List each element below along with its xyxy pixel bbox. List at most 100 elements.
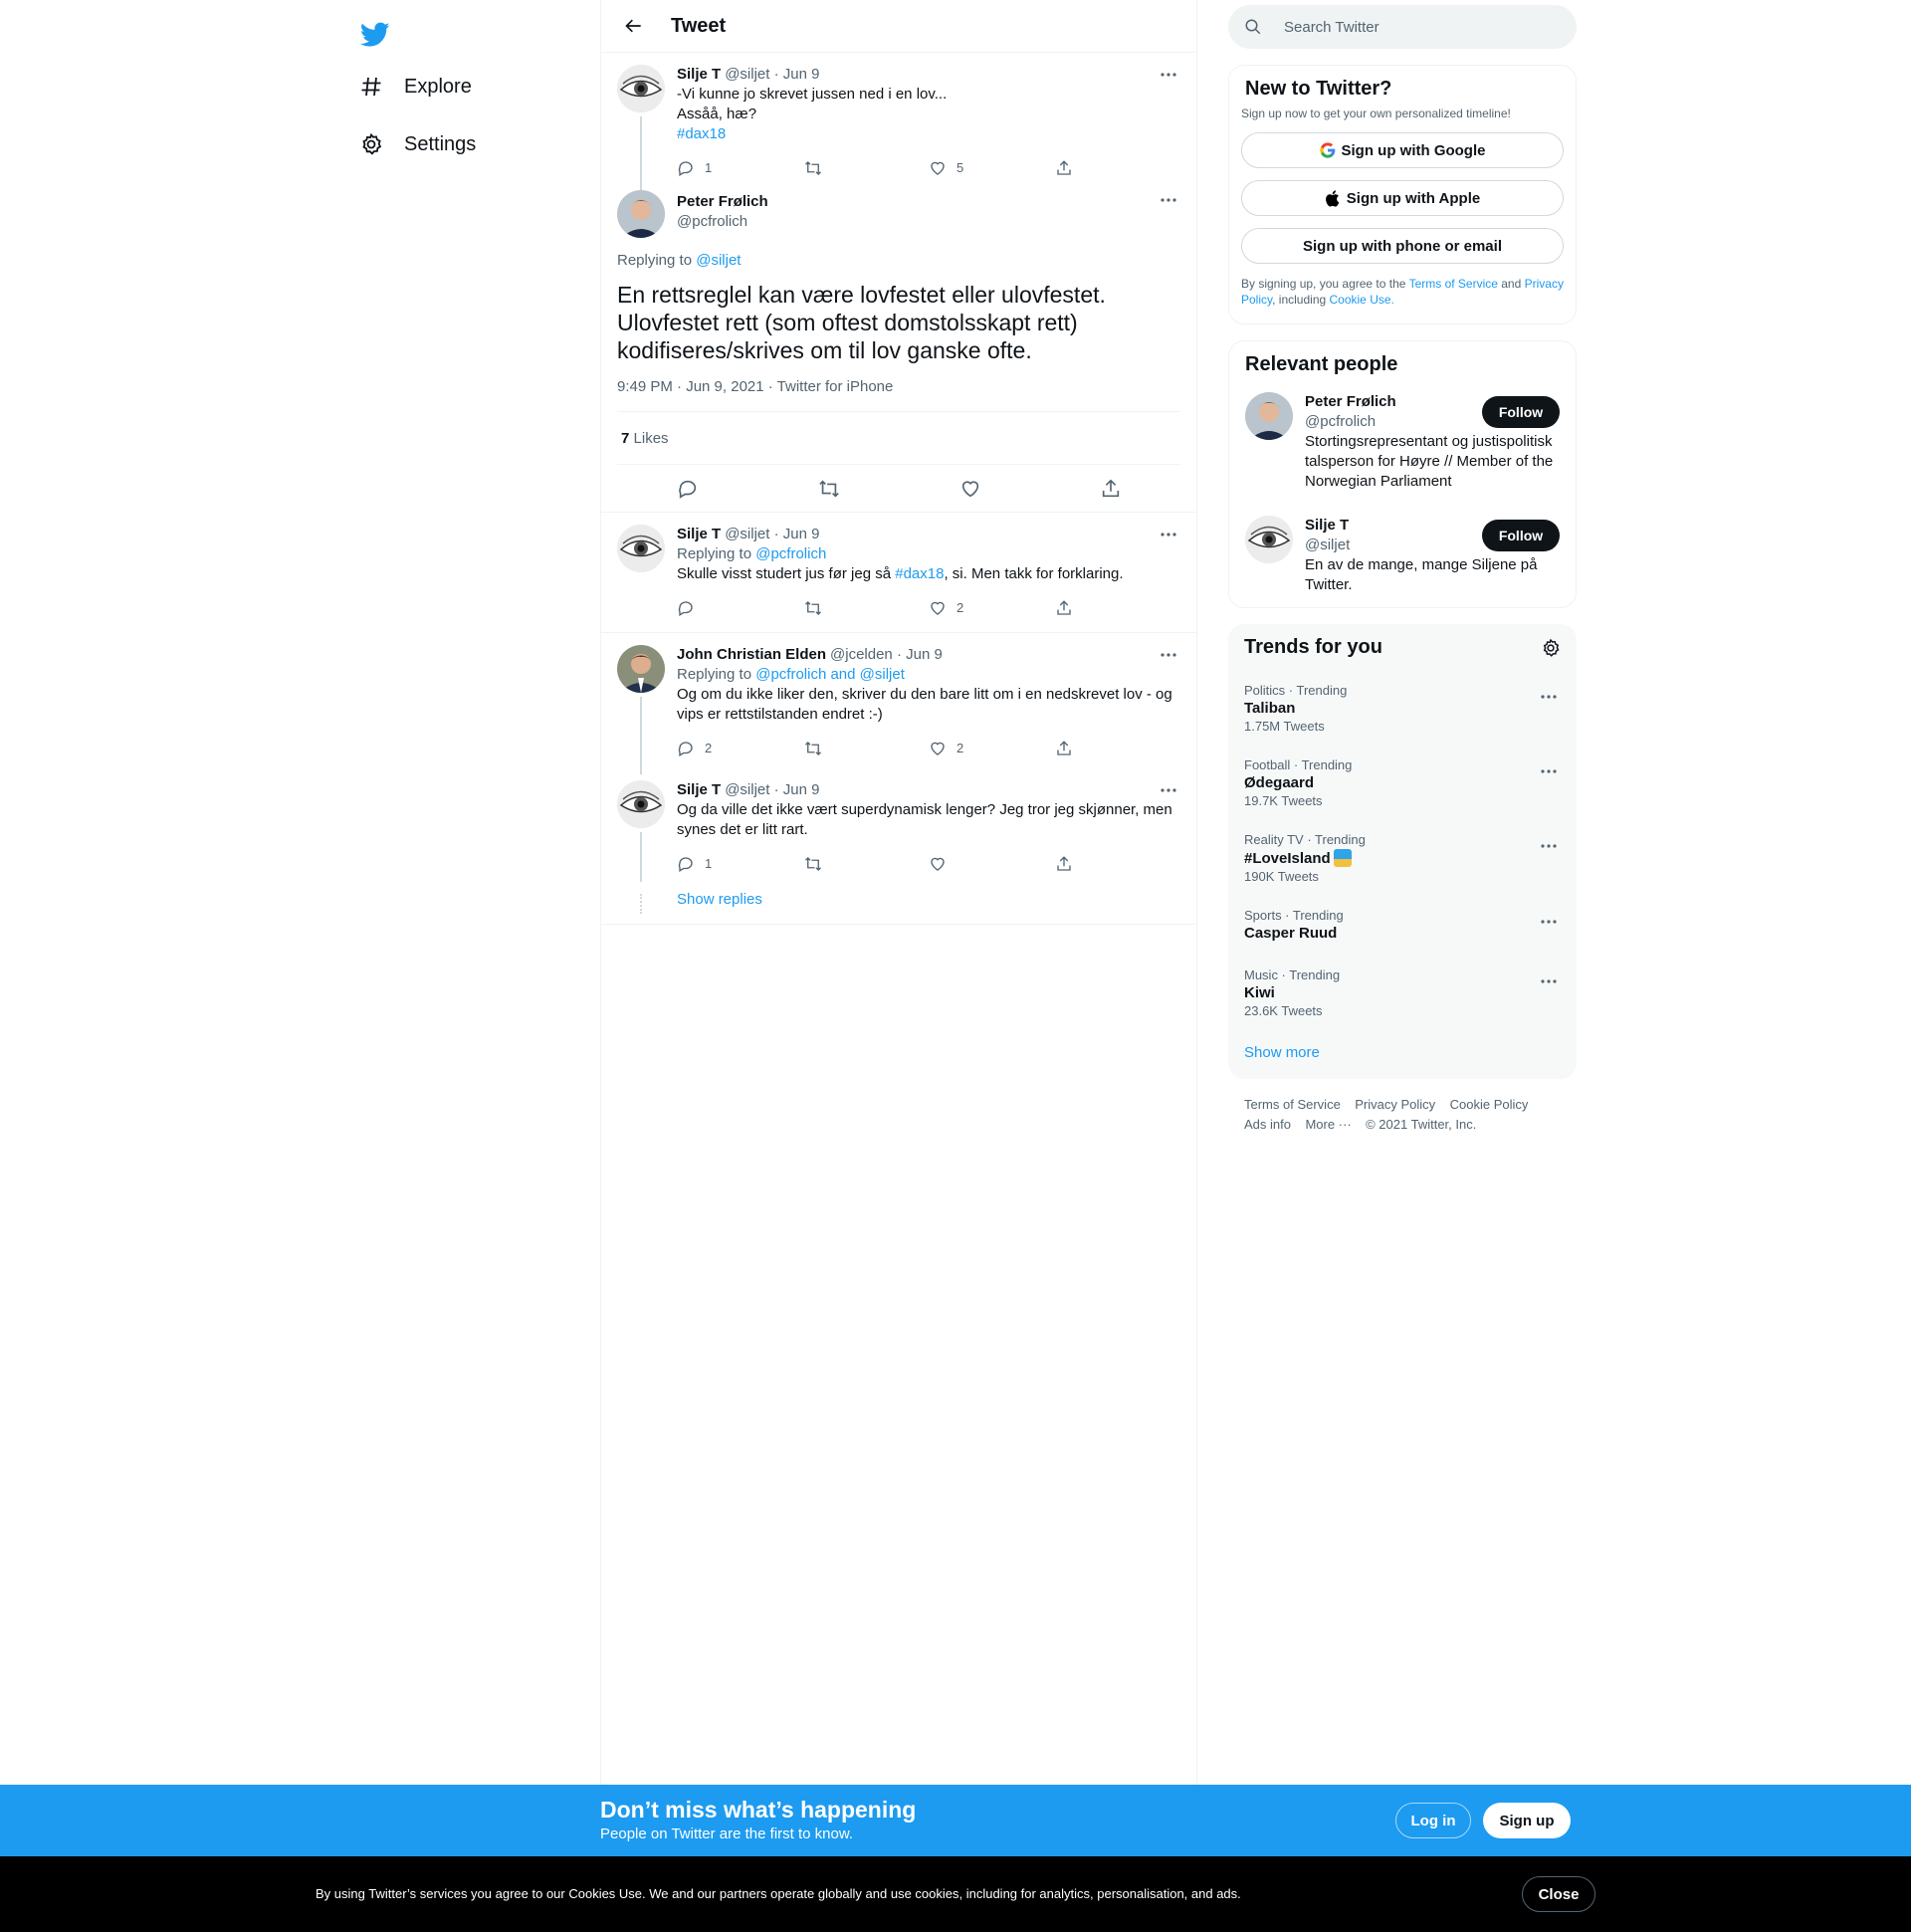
- signup-button[interactable]: Sign up: [1483, 1803, 1571, 1838]
- signup-phone-button[interactable]: Sign up with phone or email: [1241, 228, 1564, 264]
- login-button[interactable]: Log in: [1395, 1803, 1471, 1838]
- more-icon[interactable]: [1157, 190, 1180, 210]
- signup-apple-button[interactable]: Sign up with Apple: [1241, 180, 1564, 216]
- footer-cookie[interactable]: Cookie Policy: [1450, 1097, 1529, 1112]
- heart-icon[interactable]: [959, 478, 981, 500]
- signup-google-button[interactable]: Sign up with Google: [1241, 132, 1564, 168]
- author-name[interactable]: Silje T: [677, 780, 721, 800]
- trend-category: Football · Trending: [1244, 757, 1353, 772]
- tweet-date[interactable]: Jun 9: [783, 65, 820, 85]
- author-handle[interactable]: @siljet: [725, 525, 769, 544]
- footer-privacy[interactable]: Privacy Policy: [1355, 1097, 1435, 1112]
- trend-item[interactable]: Politics · Trending Taliban 1.75M Tweets: [1228, 671, 1577, 746]
- reply-button[interactable]: 1: [677, 158, 803, 178]
- like-count: 2: [956, 600, 964, 615]
- like-count: 2: [956, 741, 964, 755]
- more-icon[interactable]: [1157, 525, 1180, 544]
- like-button[interactable]: 2: [929, 739, 1055, 758]
- show-replies-link[interactable]: Show replies: [677, 880, 1180, 920]
- hashtag-link[interactable]: #dax18: [895, 565, 944, 582]
- avatar-peter[interactable]: [617, 190, 665, 238]
- retweet-button[interactable]: [803, 159, 930, 177]
- tweet-date[interactable]: Jun 9: [906, 645, 943, 665]
- avatar-silje[interactable]: [617, 525, 665, 572]
- author-name[interactable]: Silje T: [677, 525, 721, 544]
- more-icon[interactable]: [1157, 780, 1180, 800]
- avatar-silje[interactable]: [1245, 516, 1293, 563]
- person-peter[interactable]: Follow Peter Frølich @pcfrolich Storting…: [1229, 388, 1576, 504]
- author-handle[interactable]: @jcelden: [830, 645, 893, 665]
- tos-link[interactable]: Terms of Service: [1409, 277, 1498, 291]
- mention-link[interactable]: @pcfrolich and @siljet: [755, 666, 905, 683]
- footer-tos[interactable]: Terms of Service: [1244, 1097, 1341, 1112]
- reply-elden[interactable]: John Christian Elden @jcelden · Jun 9 Rep…: [601, 633, 1196, 774]
- author-name[interactable]: Silje T: [677, 65, 721, 85]
- more-icon[interactable]: [1537, 836, 1561, 856]
- retweet-button[interactable]: [803, 740, 930, 757]
- share-button[interactable]: [1055, 599, 1181, 617]
- avatar-silje[interactable]: [617, 780, 665, 828]
- person-silje[interactable]: Follow Silje T @siljet En av de mange, m…: [1229, 504, 1576, 607]
- reply-icon[interactable]: [677, 478, 699, 500]
- cookie-use-link[interactable]: Cookie Use.: [1330, 293, 1394, 307]
- like-button[interactable]: [929, 855, 1055, 873]
- share-icon[interactable]: [1100, 478, 1122, 500]
- footer-more[interactable]: More ···: [1305, 1117, 1351, 1132]
- more-icon[interactable]: [1537, 971, 1561, 991]
- author-handle[interactable]: @pcfrolich: [677, 212, 1180, 232]
- retweet-button[interactable]: [803, 855, 930, 873]
- reply-button[interactable]: 2: [677, 739, 803, 758]
- retweet-icon[interactable]: [817, 478, 841, 500]
- reply-button[interactable]: 1: [677, 854, 803, 874]
- nav-explore[interactable]: Explore: [346, 62, 484, 111]
- share-button[interactable]: [1055, 855, 1181, 873]
- author-handle[interactable]: @siljet: [725, 65, 769, 85]
- avatar-elden[interactable]: [617, 645, 665, 693]
- more-icon[interactable]: [1537, 761, 1561, 781]
- follow-button[interactable]: Follow: [1482, 520, 1560, 551]
- share-button[interactable]: [1055, 740, 1181, 757]
- trend-item[interactable]: Football · Trending Ødegaard 19.7K Tweet…: [1228, 746, 1577, 820]
- trend-item[interactable]: Reality TV · Trending #LoveIsland 190K T…: [1228, 820, 1577, 896]
- more-icon[interactable]: [1537, 912, 1561, 932]
- reply-silje-2[interactable]: Silje T @siljet · Jun 9 Og da ville det i…: [601, 768, 1196, 925]
- reply-button[interactable]: [677, 599, 803, 617]
- author-name[interactable]: John Christian Elden: [677, 645, 826, 665]
- like-button[interactable]: 2: [929, 598, 1055, 618]
- more-icon[interactable]: [1157, 65, 1180, 85]
- trend-count: 23.6K Tweets: [1244, 1003, 1323, 1018]
- tweet-date[interactable]: Jun 9: [783, 780, 820, 800]
- gear-icon[interactable]: [1541, 638, 1561, 658]
- like-button[interactable]: 5: [929, 158, 1055, 178]
- close-button[interactable]: Close: [1522, 1876, 1595, 1912]
- tweet-timestamp[interactable]: 9:49 PM · Jun 9, 2021 · Twitter for iPho…: [617, 378, 1180, 412]
- likes-stat[interactable]: 7 Likes: [617, 412, 1180, 465]
- header: Tweet: [601, 0, 1196, 53]
- thread-line: [640, 832, 642, 882]
- trend-item[interactable]: Music · Trending Kiwi 23.6K Tweets: [1228, 956, 1577, 1030]
- mention-link[interactable]: @siljet: [696, 252, 741, 269]
- twitter-logo-icon[interactable]: [350, 10, 400, 60]
- hashtag-link[interactable]: #dax18: [677, 124, 1180, 144]
- follow-button[interactable]: Follow: [1482, 396, 1560, 428]
- tweet-date[interactable]: Jun 9: [783, 525, 820, 544]
- mention-link[interactable]: @pcfrolich: [755, 545, 826, 562]
- footer-ads[interactable]: Ads info: [1244, 1117, 1291, 1132]
- more-icon[interactable]: [1157, 645, 1180, 665]
- search-input[interactable]: Search Twitter: [1228, 5, 1577, 49]
- more-icon[interactable]: [1537, 687, 1561, 707]
- retweet-button[interactable]: [803, 599, 930, 617]
- trend-item[interactable]: Sports · Trending Casper Ruud: [1228, 896, 1577, 956]
- tweet-silje-1[interactable]: Silje T @siljet · Jun 9 -Vi kunne jo skre…: [601, 53, 1196, 196]
- trend-name: #LoveIsland: [1244, 849, 1331, 867]
- show-more-link[interactable]: Show more: [1228, 1030, 1577, 1079]
- share-button[interactable]: [1055, 159, 1181, 177]
- author-handle[interactable]: @siljet: [725, 780, 769, 800]
- back-arrow-icon[interactable]: [617, 9, 651, 43]
- avatar-silje[interactable]: [617, 65, 665, 112]
- reply-count: 1: [705, 160, 713, 175]
- author-name[interactable]: Peter Frølich: [677, 192, 1180, 212]
- reply-silje[interactable]: Silje T @siljet · Jun 9 Replying to @pcfr…: [601, 513, 1196, 633]
- avatar-peter[interactable]: [1245, 392, 1293, 440]
- nav-settings[interactable]: Settings: [346, 119, 488, 169]
